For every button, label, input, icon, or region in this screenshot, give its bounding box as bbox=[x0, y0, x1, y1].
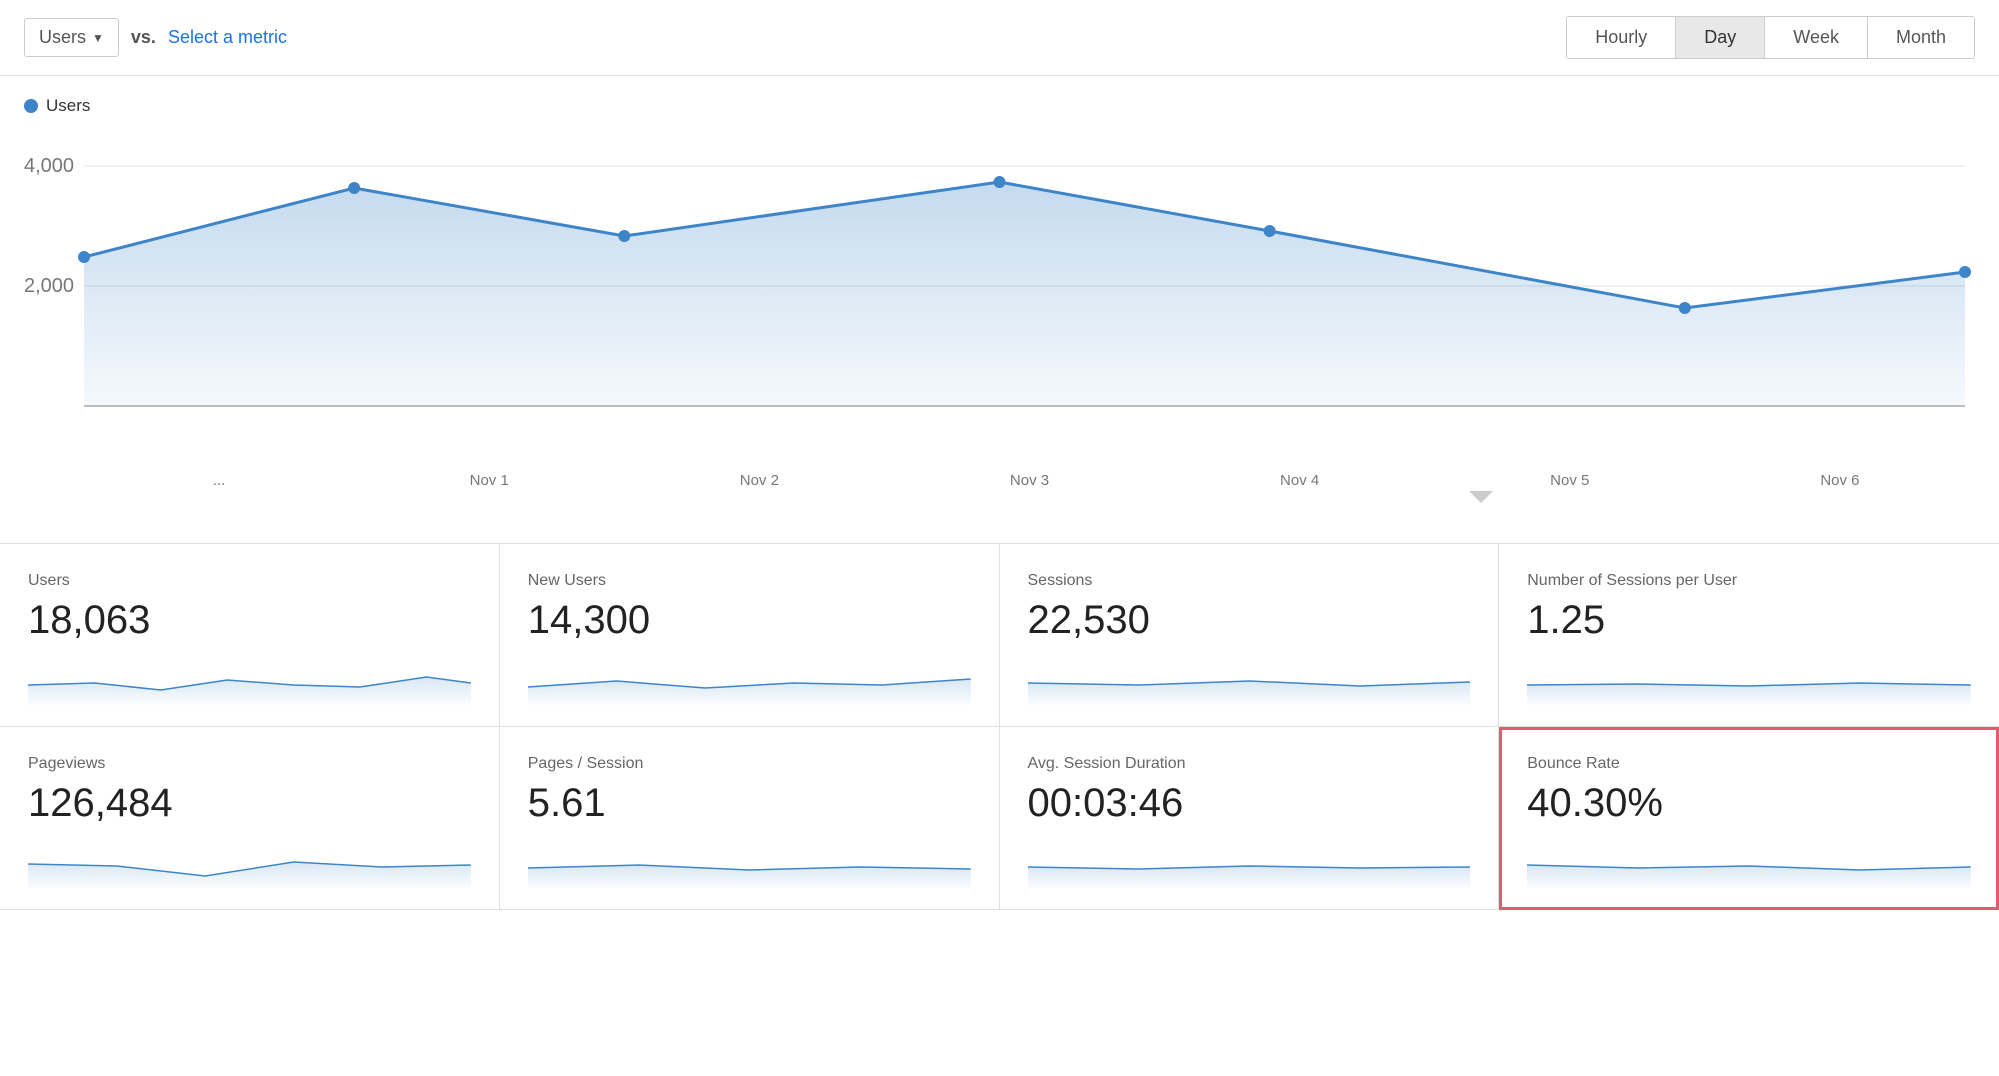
week-button[interactable]: Week bbox=[1764, 17, 1867, 58]
metric-card-new-users: New Users 14,300 bbox=[500, 544, 1000, 727]
vs-label: vs. bbox=[131, 27, 156, 48]
x-label-nov2: Nov 2 bbox=[624, 472, 894, 489]
chart-point-nov2[interactable] bbox=[618, 230, 630, 242]
metric-card-sessions-per-user: Number of Sessions per User 1.25 bbox=[1499, 544, 1999, 727]
mini-chart-avg-session-duration bbox=[1028, 838, 1471, 888]
metric-card-bounce-rate: Bounce Rate 40.30% bbox=[1499, 727, 1999, 910]
mini-chart-users bbox=[28, 655, 471, 705]
metric-card-pages-per-session-value: 5.61 bbox=[528, 781, 971, 826]
metric-card-new-users-title: New Users bbox=[528, 572, 971, 590]
hourly-button[interactable]: Hourly bbox=[1567, 17, 1675, 58]
x-label-start: ... bbox=[84, 472, 354, 489]
x-label-nov5: Nov 5 bbox=[1435, 472, 1705, 489]
chart-point-nov1[interactable] bbox=[348, 182, 360, 194]
x-label-nov3: Nov 3 bbox=[894, 472, 1164, 489]
metric-card-pageviews-title: Pageviews bbox=[28, 755, 471, 773]
metric-card-users-value: 18,063 bbox=[28, 598, 471, 643]
metric-card-new-users-value: 14,300 bbox=[528, 598, 971, 643]
x-axis-labels: ... Nov 1 Nov 2 Nov 3 Nov 4 Nov 5 Nov 6 bbox=[24, 466, 1975, 489]
month-button[interactable]: Month bbox=[1867, 17, 1974, 58]
metric-card-pages-per-session-title: Pages / Session bbox=[528, 755, 971, 773]
metric-card-sessions: Sessions 22,530 bbox=[1000, 544, 1500, 727]
toolbar-left: Users ▼ vs. Select a metric bbox=[24, 18, 287, 57]
mini-chart-sessions-per-user bbox=[1527, 655, 1971, 705]
legend-label-users: Users bbox=[46, 96, 90, 116]
metric-card-sessions-per-user-value: 1.25 bbox=[1527, 598, 1971, 643]
metric-card-pageviews-value: 126,484 bbox=[28, 781, 471, 826]
toolbar: Users ▼ vs. Select a metric Hourly Day W… bbox=[0, 0, 1999, 76]
chart-point-nov6[interactable] bbox=[1959, 266, 1971, 278]
metric-dropdown-label: Users bbox=[39, 27, 86, 48]
x-label-nov1: Nov 1 bbox=[354, 472, 624, 489]
chart-point-nov3[interactable] bbox=[993, 176, 1005, 188]
time-period-buttons: Hourly Day Week Month bbox=[1566, 16, 1975, 59]
metric-card-bounce-rate-title: Bounce Rate bbox=[1527, 755, 1971, 773]
tooltip-arrow bbox=[988, 491, 1976, 503]
main-chart-wrapper: 4,000 2,000 bbox=[24, 126, 1975, 466]
tooltip-arrow-icon bbox=[1469, 491, 1493, 503]
metric-card-avg-session-duration-value: 00:03:46 bbox=[1028, 781, 1471, 826]
chart-point-nov5[interactable] bbox=[1679, 302, 1691, 314]
metric-card-pageviews: Pageviews 126,484 bbox=[0, 727, 500, 910]
chart-point-nov4[interactable] bbox=[1264, 225, 1276, 237]
metric-dropdown[interactable]: Users ▼ bbox=[24, 18, 119, 57]
metric-card-avg-session-duration-title: Avg. Session Duration bbox=[1028, 755, 1471, 773]
x-label-nov4: Nov 4 bbox=[1165, 472, 1435, 489]
metric-card-sessions-per-user-title: Number of Sessions per User bbox=[1527, 572, 1971, 590]
mini-chart-pageviews bbox=[28, 838, 471, 888]
day-button[interactable]: Day bbox=[1675, 17, 1764, 58]
chart-point-0[interactable] bbox=[78, 251, 90, 263]
chart-legend: Users bbox=[24, 96, 1975, 116]
metric-card-pages-per-session: Pages / Session 5.61 bbox=[500, 727, 1000, 910]
chevron-down-icon: ▼ bbox=[92, 31, 104, 45]
metric-card-sessions-title: Sessions bbox=[1028, 572, 1471, 590]
metric-card-users: Users 18,063 bbox=[0, 544, 500, 727]
metric-card-avg-session-duration: Avg. Session Duration 00:03:46 bbox=[1000, 727, 1500, 910]
chart-area: Users 4,000 2,000 bbox=[0, 76, 1999, 513]
mini-chart-new-users bbox=[528, 655, 971, 705]
mini-chart-pages-per-session bbox=[528, 838, 971, 888]
main-chart-svg: 4,000 2,000 bbox=[24, 126, 1975, 466]
metric-card-users-title: Users bbox=[28, 572, 471, 590]
select-metric-link[interactable]: Select a metric bbox=[168, 27, 287, 48]
legend-dot-users bbox=[24, 99, 38, 113]
metric-card-bounce-rate-value: 40.30% bbox=[1527, 781, 1971, 826]
svg-text:2,000: 2,000 bbox=[24, 275, 74, 297]
chart-fill-area bbox=[84, 182, 1965, 406]
mini-chart-sessions bbox=[1028, 655, 1471, 705]
mini-chart-bounce-rate bbox=[1527, 838, 1971, 888]
metrics-section: Users 18,063 New Users 14,300 bbox=[0, 543, 1999, 910]
x-label-nov6: Nov 6 bbox=[1705, 472, 1975, 489]
svg-text:4,000: 4,000 bbox=[24, 155, 74, 177]
metric-card-sessions-value: 22,530 bbox=[1028, 598, 1471, 643]
